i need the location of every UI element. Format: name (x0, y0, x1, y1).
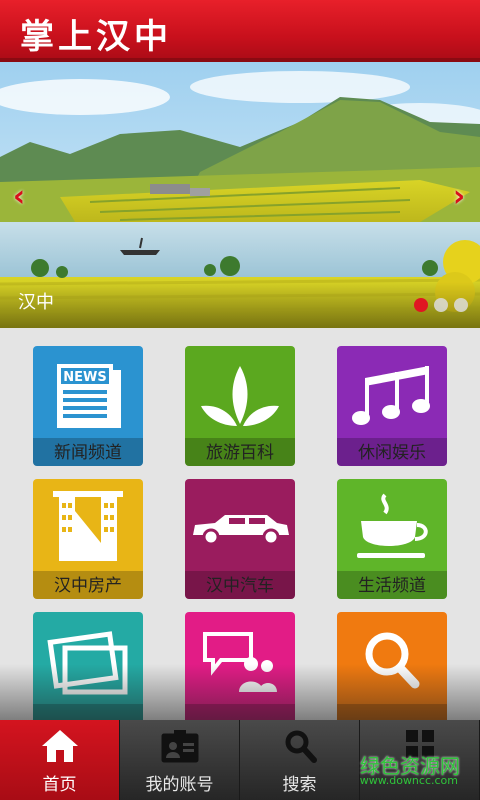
nav-item-label: 首页 (42, 775, 77, 795)
tile-realestate[interactable]: 汉中房产 (33, 479, 143, 599)
tile-news[interactable]: NEWS 新闻频道 (33, 346, 143, 466)
banner-next-button[interactable]: › (444, 180, 474, 214)
banner-carousel[interactable]: ‹ › 汉中 (0, 62, 480, 328)
svg-text:NEWS: NEWS (63, 370, 106, 385)
tile-leisure-label: 休闲娱乐 (358, 443, 426, 463)
app-title: 掌上汉中 (20, 17, 172, 57)
home-icon (42, 730, 78, 762)
banner-dot-3[interactable] (454, 298, 468, 312)
nav-item-account[interactable]: 我的账号 (120, 720, 240, 800)
banner-dot-2[interactable] (434, 298, 448, 312)
tile-leisure[interactable]: 休闲娱乐 (337, 346, 447, 466)
banner-caption: 汉中 (18, 292, 54, 313)
newspaper-icon: NEWS (57, 364, 121, 428)
coffee-cup-icon (357, 493, 428, 558)
building-icon (53, 491, 123, 561)
tile-travel-label: 旅游百科 (206, 443, 274, 463)
tile-auto[interactable]: 汉中汽车 (185, 479, 295, 599)
leaf-icon (201, 366, 279, 426)
tile-news-label: 新闻频道 (54, 443, 122, 463)
tile-realestate-label: 汉中房产 (54, 576, 122, 596)
tile-auto-label: 汉中汽车 (206, 576, 274, 596)
nav-item-search[interactable]: 搜索 (240, 720, 360, 800)
app-header: 掌上汉中 (0, 0, 480, 62)
watermark-url: www.downcc.com (359, 774, 458, 787)
tile-life-label: 生活频道 (358, 576, 426, 596)
nav-item-label: 搜索 (282, 775, 317, 795)
grid-bottom-shadow (0, 664, 480, 724)
car-icon (193, 515, 289, 546)
id-card-icon (161, 730, 199, 763)
search-icon (285, 730, 317, 763)
music-notes-icon (352, 366, 430, 425)
nav-item-label: 我的账号 (145, 775, 214, 795)
app-screen: 掌上汉中 ‹ › 汉中 NEWS 新闻频道 旅游百科 休闲娱乐 汉中房产 汉中汽… (0, 0, 480, 800)
banner-caption-bar (0, 282, 480, 328)
banner-prev-button[interactable]: ‹ (4, 180, 34, 214)
nav-item-home[interactable]: 首页 (0, 720, 120, 800)
tile-life[interactable]: 生活频道 (337, 479, 447, 599)
channel-grid: NEWS 新闻频道 旅游百科 休闲娱乐 汉中房产 汉中汽车 生活频道 (0, 328, 480, 732)
banner-dot-1[interactable] (414, 298, 428, 312)
tile-travel[interactable]: 旅游百科 (185, 346, 295, 466)
banner-page-indicator (414, 298, 468, 312)
